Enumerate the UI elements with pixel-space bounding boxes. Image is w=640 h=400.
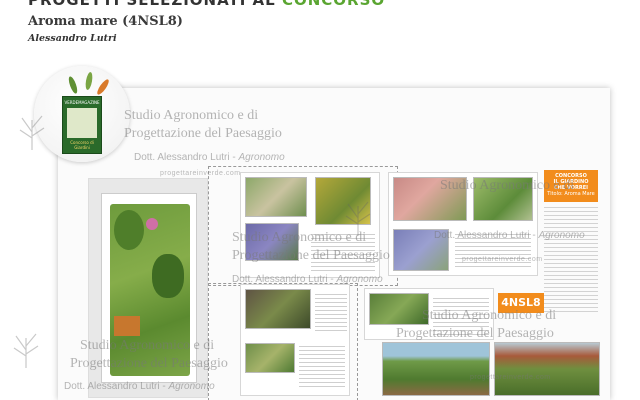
banner-accent: CONCORSO [281,0,386,9]
watermark-author-name: Dott. Alessandro Lutri - [134,152,236,163]
watermark-studio: Studio Agronomico e di [440,178,575,193]
watermark-studio: Progettazione del Paesaggio [232,248,390,263]
plant-photo [245,289,311,329]
watermark-studio: Studio Agronomico e di [124,108,259,123]
project-title[interactable]: Aroma mare (4NSL8) [28,14,183,29]
watermark-author-name: Dott. Alessandro Lutri - [434,230,536,241]
plant-sketch-icon [19,115,45,150]
watermark-studio: Progettazione del Paesaggio [124,126,282,141]
watermark-studio: Studio Agronomico e di [80,338,215,353]
page-banner: PROGETTI SELEZIONATI AL CONCORSO [0,0,640,9]
watermark-url: progettareinverde.com [462,256,543,263]
watermark-author: Dott. Alessandro Lutri - Agronomo [434,230,585,241]
render-photo [494,342,600,396]
watermark-author-role: Agronomo [336,274,383,285]
description-text [315,291,347,331]
plant-photo [245,177,307,217]
watermark-url: progettareinverde.com [160,170,241,177]
description-text [299,343,345,389]
book-title: VERDEMAGAZINE [64,100,100,105]
banner-text: PROGETTI SELEZIONATI AL [28,0,276,9]
book-cover-icon: VERDEMAGAZINE Concorso di Giardini [62,96,102,154]
watermark-url: progettareinverde.com [470,374,551,381]
plant-sketch-icon [13,333,39,368]
watermark-studio: Studio Agronomico e di [232,230,367,245]
plant-photo [245,343,295,373]
book-subtitle: Concorso di Giardini [70,140,94,150]
plant-panel [240,284,350,396]
watermark-author-role: Agronomo [238,152,285,163]
watermark-author-name: Dott. Alessandro Lutri - [64,381,166,392]
render-photo [382,342,490,396]
watermark-studio: Studio Agronomico e di [422,308,557,323]
watermark-author-role: Agronomo [168,381,215,392]
description-text [544,204,598,314]
watermark-author: Dott. Alessandro Lutri - Agronomo [134,152,285,163]
project-author: Alessandro Lutri [28,33,117,44]
plant-photo [369,293,429,325]
watermark-author-role: Agronomo [538,230,585,241]
watermark-author: Dott. Alessandro Lutri - Agronomo [232,274,383,285]
watermark-studio: Progettazione del Paesaggio [70,356,228,371]
watermark-author: Dott. Alessandro Lutri - Agronomo [64,381,215,392]
watermark-author-name: Dott. Alessandro Lutri - [232,274,334,285]
watermark-studio: Progettazione del Paesaggio [396,326,554,341]
